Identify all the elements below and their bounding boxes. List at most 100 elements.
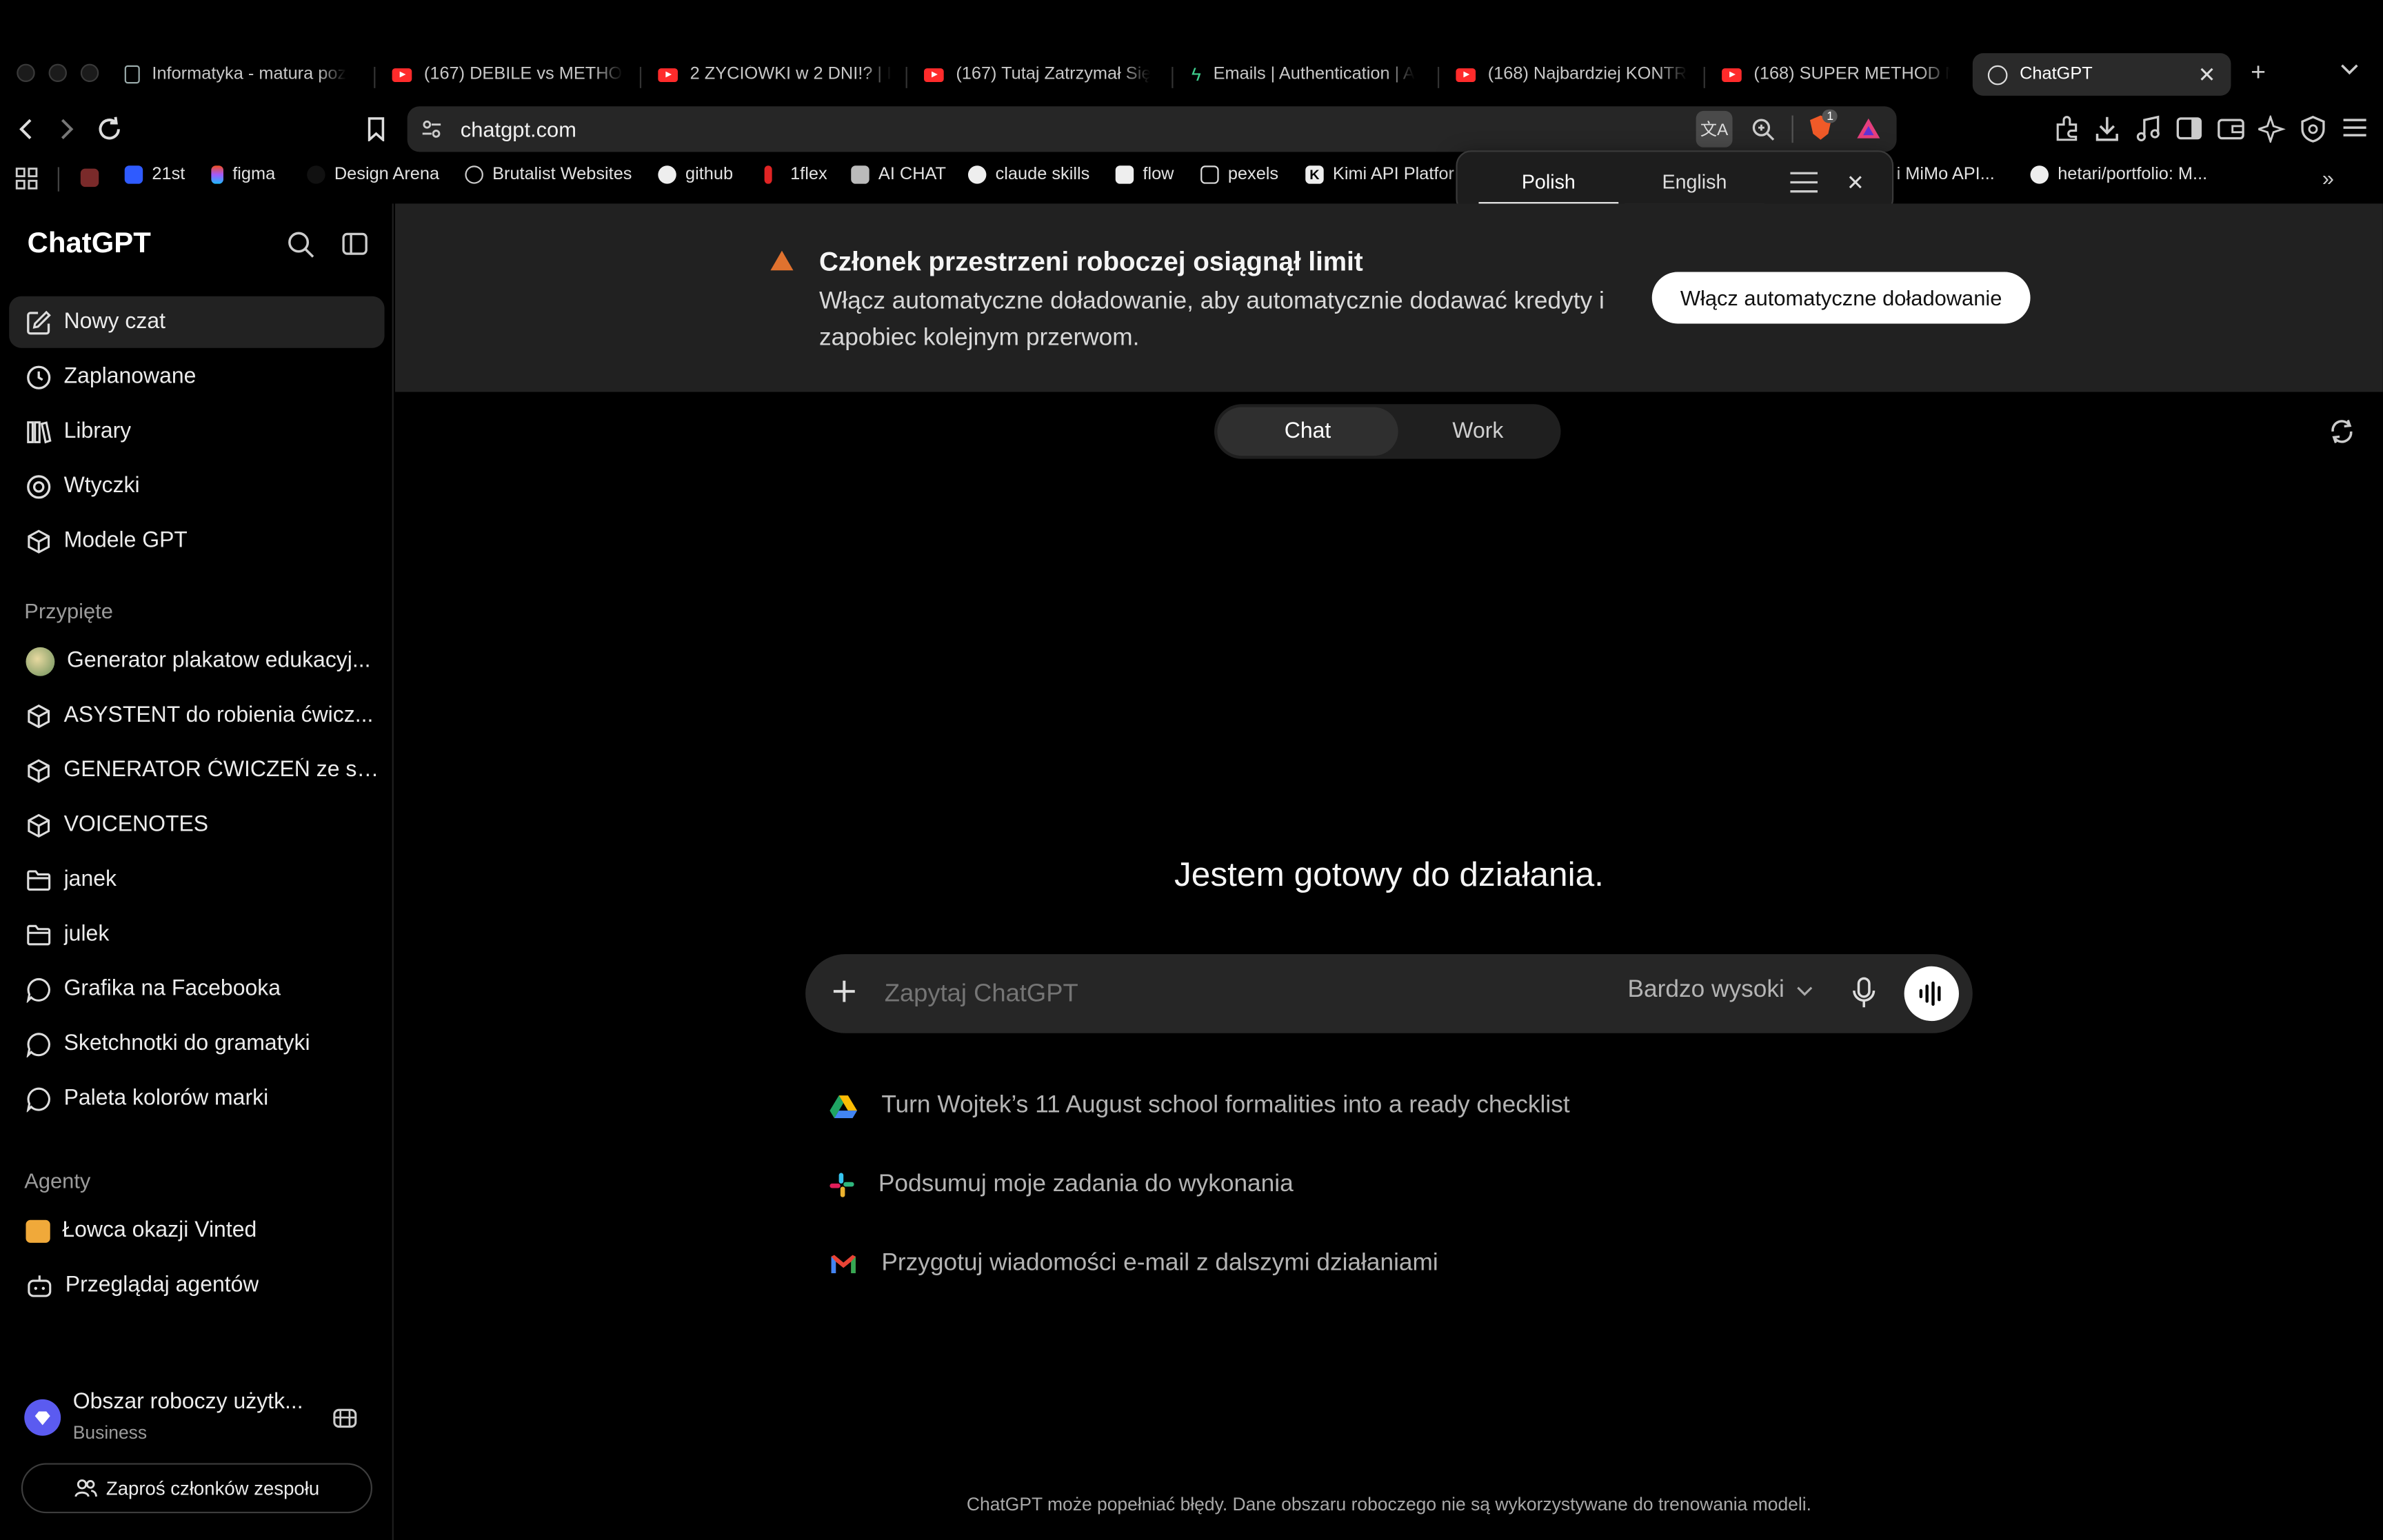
bookmark-icon[interactable] bbox=[366, 117, 386, 141]
pinned-item[interactable]: ASYSTENT do robienia ćwicz... bbox=[9, 690, 384, 742]
sidebar-item-gpts[interactable]: Modele GPT bbox=[9, 515, 384, 567]
sidebar-item-plugins[interactable]: Wtyczki bbox=[9, 460, 384, 512]
suggestion-item[interactable]: Podsumuj moje zadania do wykonania bbox=[829, 1171, 1294, 1199]
pinned-item[interactable]: Grafika na Facebooka bbox=[9, 963, 384, 1015]
browser-tab[interactable]: (167) Tutaj Zatrzymał Się bbox=[909, 53, 1173, 96]
zoom-icon[interactable] bbox=[1751, 117, 1775, 141]
chat-bubble-icon bbox=[26, 1032, 50, 1057]
bookmark-label: 1flex bbox=[790, 165, 827, 184]
tab-title: 2 ŻYCIÓWKI w 2 DNI!? | I bbox=[690, 65, 892, 84]
bookmark-item[interactable]: Design Arena bbox=[307, 165, 439, 184]
sidebar-item-label: Generator plakatow edukacyj... bbox=[66, 649, 371, 673]
close-tab-icon[interactable]: ✕ bbox=[2198, 62, 2216, 88]
pinned-item[interactable]: GENERATOR ĆWICZEŃ ze sc... bbox=[9, 744, 385, 796]
bookmark-item[interactable]: i MiMo API... bbox=[1897, 165, 1995, 183]
translate-target-tab[interactable]: English bbox=[1625, 163, 1764, 205]
address-bar[interactable]: chatgpt.com 文A 1 bbox=[407, 106, 1897, 152]
leo-ai-icon[interactable] bbox=[2258, 115, 2286, 143]
library-icon bbox=[27, 421, 52, 443]
bookmark-item[interactable]: github bbox=[658, 165, 733, 184]
pinned-item[interactable]: julek bbox=[9, 909, 384, 960]
design-arena-icon bbox=[307, 165, 325, 184]
workspace-switcher[interactable]: Obszar roboczy użytk... Business bbox=[9, 1386, 384, 1452]
download-icon[interactable] bbox=[2094, 116, 2120, 143]
translate-icon[interactable]: 文A bbox=[1696, 110, 1733, 148]
tab-title: Informatyka - matura poz bbox=[152, 65, 347, 84]
pinned-item[interactable]: Sketchnotki do gramatyki bbox=[9, 1018, 384, 1070]
bookmark-item[interactable]: hetari/portfolio: M... bbox=[2030, 165, 2207, 184]
zoom-window-button[interactable] bbox=[80, 63, 99, 83]
microphone-icon[interactable] bbox=[1853, 977, 1876, 1009]
reasoning-effort-select[interactable]: Bardzo wysoki bbox=[1627, 977, 1813, 1004]
browser-tab[interactable]: (167) DEBILE vs METHOD bbox=[377, 53, 639, 96]
menu-icon[interactable] bbox=[2342, 117, 2367, 139]
extensions-icon[interactable] bbox=[2053, 116, 2081, 143]
bookmark-item[interactable]: Brutalist Websites bbox=[465, 165, 632, 184]
suggestion-item[interactable]: Turn Wojtek’s 11 August school formaliti… bbox=[829, 1093, 1570, 1120]
browser-tab[interactable]: (168) Najbardziej KONTR bbox=[1440, 53, 1705, 96]
bookmark-item[interactable]: K Kimi API Platfor bbox=[1305, 165, 1454, 184]
bookmark-label: 21st bbox=[152, 165, 185, 184]
bookmark-item[interactable]: figma bbox=[211, 165, 275, 184]
music-icon[interactable] bbox=[2135, 115, 2161, 143]
bookmark-item[interactable]: 21st bbox=[124, 165, 185, 184]
url-text[interactable]: chatgpt.com bbox=[461, 117, 576, 141]
browser-tab[interactable]: 2 ŻYCIÓWKI w 2 DNI!? | I bbox=[643, 53, 907, 96]
sidebar-item-scheduled[interactable]: Zaplanowane bbox=[9, 351, 384, 403]
youtube-icon bbox=[392, 68, 412, 81]
agent-item[interactable]: Łowca okazji Vinted bbox=[9, 1205, 384, 1257]
browser-tab[interactable]: (168) SUPER METHOD M bbox=[1707, 53, 1965, 96]
pinned-item[interactable]: VOICENOTES bbox=[9, 799, 384, 851]
tab-divider bbox=[1703, 66, 1705, 88]
suggestion-item[interactable]: Przygotuj wiadomości e-mail z dalszymi d… bbox=[829, 1250, 1438, 1278]
forward-icon[interactable] bbox=[57, 117, 78, 141]
pinned-item[interactable]: janek bbox=[9, 854, 384, 906]
vpn-icon[interactable] bbox=[2301, 115, 2325, 143]
bookmark-item[interactable]: flow bbox=[1115, 165, 1174, 184]
close-window-button[interactable] bbox=[17, 63, 35, 83]
tab-search-icon[interactable] bbox=[2340, 64, 2358, 77]
wallet-icon[interactable] bbox=[2218, 117, 2245, 140]
sidebar-item-new-chat[interactable]: Nowy czat bbox=[9, 296, 385, 348]
back-icon[interactable] bbox=[15, 117, 37, 141]
brave-rewards-icon[interactable] bbox=[1856, 117, 1881, 140]
enable-auto-topup-button[interactable]: Włącz automatyczne doładowanie bbox=[1651, 272, 2031, 324]
sidebar-toggle-icon[interactable] bbox=[2176, 117, 2202, 140]
collapse-sidebar-icon[interactable] bbox=[342, 232, 368, 255]
reload-icon[interactable] bbox=[96, 116, 123, 143]
prompt-input[interactable] bbox=[884, 972, 1584, 1015]
temporary-chat-icon[interactable] bbox=[2329, 418, 2356, 445]
bookmark-item[interactable]: 1flex bbox=[764, 165, 827, 184]
search-icon[interactable] bbox=[288, 231, 315, 259]
brave-shields-icon[interactable]: 1 bbox=[1809, 109, 1838, 141]
sidebar-item-label: Grafika na Facebooka bbox=[63, 977, 281, 1002]
mode-tab-work[interactable]: Work bbox=[1398, 407, 1558, 456]
invite-members-button[interactable]: Zaproś członków zespołu bbox=[21, 1463, 372, 1514]
browser-tab[interactable]: ϟ Emails | Authentication | A bbox=[1176, 53, 1440, 96]
bookmark-item[interactable]: claude skills bbox=[967, 165, 1089, 184]
pinned-item[interactable]: Generator plakatow edukacyj... bbox=[9, 635, 384, 687]
minimize-window-button[interactable] bbox=[48, 63, 67, 83]
agent-item[interactable]: Przeglądaj agentów bbox=[9, 1259, 384, 1311]
add-attachment-icon[interactable] bbox=[832, 978, 857, 1004]
site-settings-icon[interactable] bbox=[421, 119, 443, 140]
close-icon[interactable]: ✕ bbox=[1847, 170, 1864, 196]
translate-menu-icon[interactable] bbox=[1790, 172, 1818, 193]
figma-icon bbox=[211, 165, 223, 184]
bookmark-favicon-only[interactable] bbox=[80, 168, 99, 188]
bookmark-item[interactable]: AI CHAT bbox=[851, 165, 946, 184]
pinned-item[interactable]: Paleta kolorów marki bbox=[9, 1073, 384, 1124]
mode-tab-chat[interactable]: Chat bbox=[1217, 407, 1398, 456]
apps-grid-icon[interactable] bbox=[15, 167, 38, 190]
more-bookmarks-icon[interactable]: » bbox=[2322, 165, 2334, 190]
app-title[interactable]: ChatGPT bbox=[28, 228, 151, 261]
browser-tab-active[interactable]: ChatGPT ✕ bbox=[1972, 53, 2231, 96]
voice-mode-button[interactable] bbox=[1904, 966, 1959, 1022]
bookmark-item[interactable]: pexels bbox=[1200, 165, 1278, 184]
new-tab-button[interactable]: + bbox=[2251, 58, 2266, 88]
translate-source-tab[interactable]: Polish bbox=[1478, 163, 1619, 205]
workspace-settings-icon[interactable] bbox=[331, 1404, 359, 1431]
tab-divider bbox=[1437, 66, 1440, 88]
sidebar-item-library[interactable]: Library bbox=[9, 405, 384, 457]
browser-tab[interactable]: Informatyka - matura poz bbox=[110, 53, 368, 96]
